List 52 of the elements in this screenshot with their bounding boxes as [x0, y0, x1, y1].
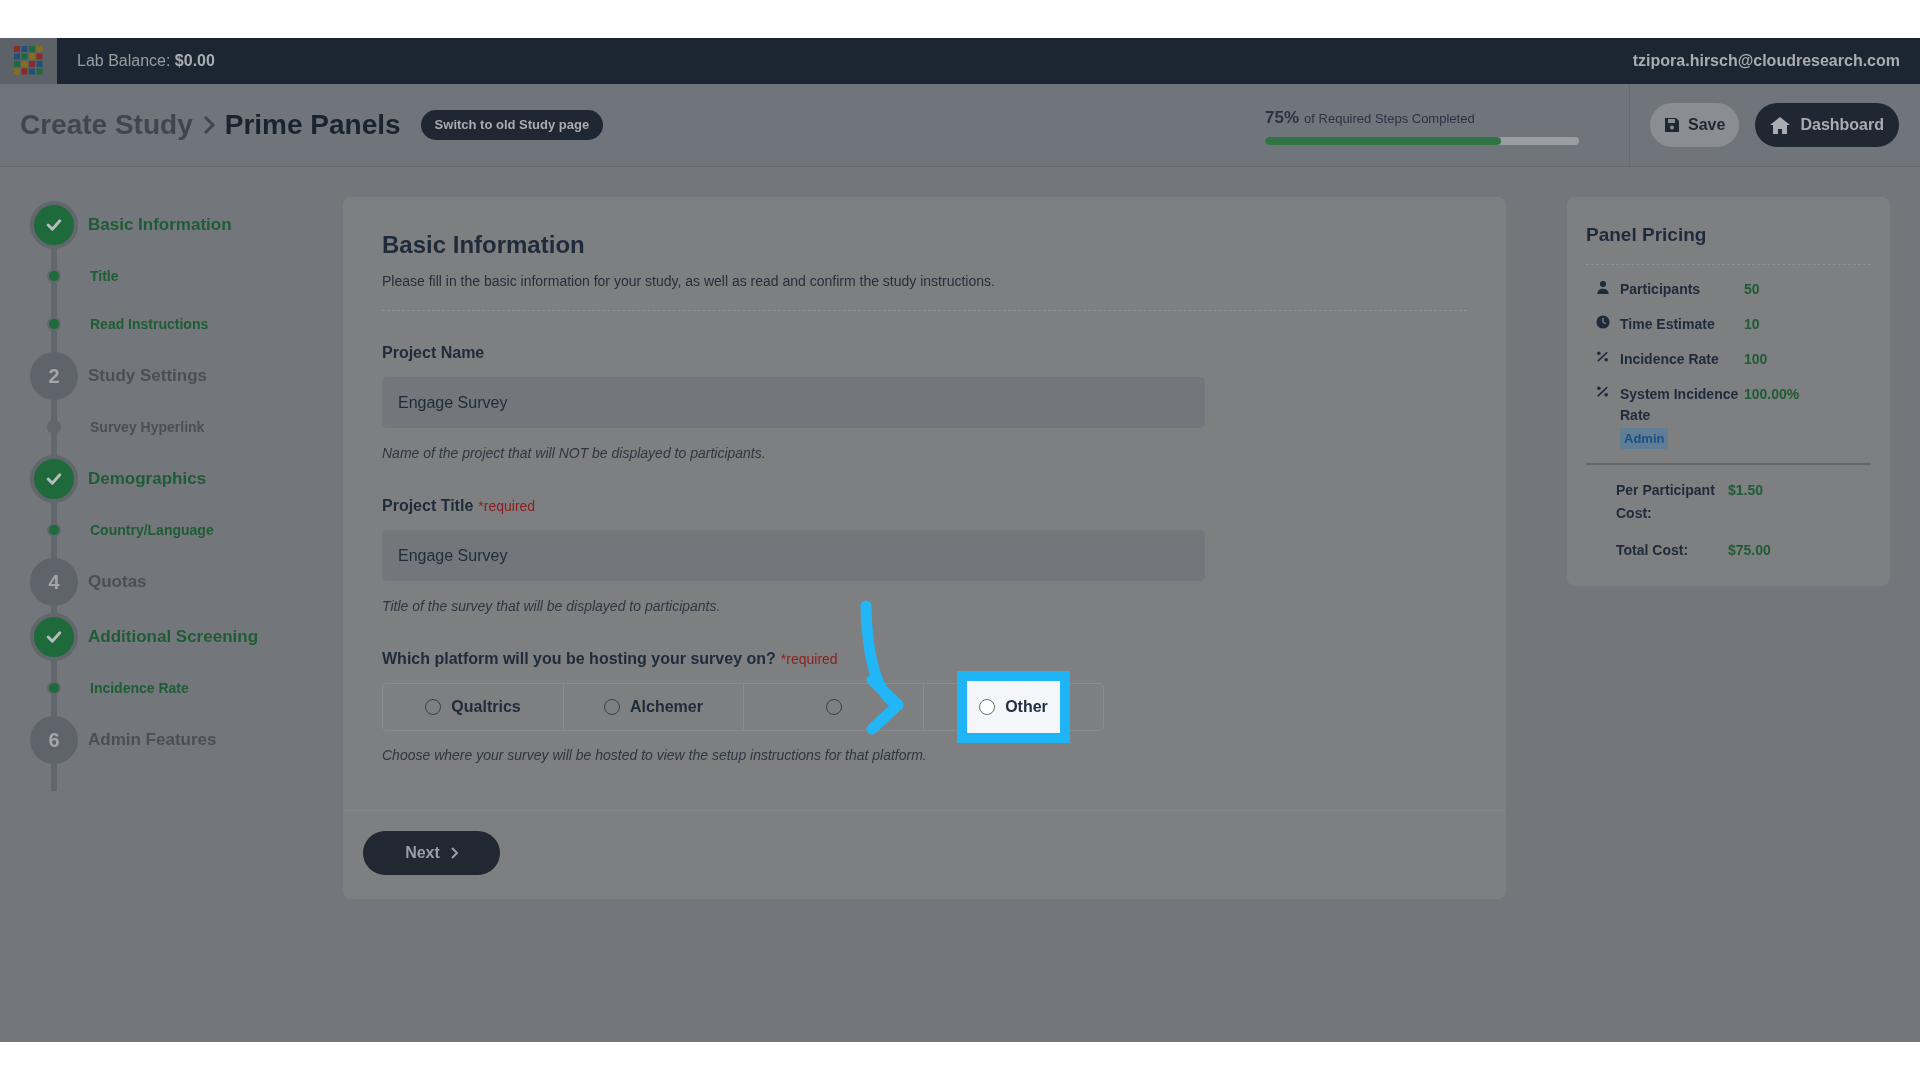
- radio-option[interactable]: Alchemer: [604, 695, 703, 719]
- step-label[interactable]: Basic Information: [88, 211, 232, 238]
- field-label: Which platform will you be hosting your survey on?: [382, 649, 776, 669]
- cost-value: $1.50: [1728, 481, 1764, 500]
- dashboard-button[interactable]: Dashboard: [1755, 103, 1899, 147]
- percent-icon: [1596, 384, 1609, 398]
- apps-grid-icon[interactable]: [0, 38, 57, 84]
- substep-label[interactable]: Country/Language: [90, 519, 214, 541]
- pricing-label: Incidence Rate: [1620, 349, 1719, 369]
- section-description: Please fill in the basic information for your study, as well as read and confirm the study instructions.: [382, 272, 996, 291]
- field-hint: Choose where your survey will be hosted to view the setup instructions for that platform.: [382, 746, 928, 765]
- admin-badge: Admin: [1620, 427, 1669, 449]
- field-label: Project Title: [382, 496, 474, 516]
- home-icon: [1770, 116, 1791, 134]
- pricing-value: 10: [1744, 314, 1760, 334]
- user-email[interactable]: tzipora.hirsch@cloudresearch.com: [1632, 49, 1900, 73]
- chevron-right-icon: [449, 847, 458, 859]
- field-hint: Title of the survey that will be displayed to participants.: [382, 597, 722, 616]
- progress-label: of Required Steps Completed: [1304, 110, 1475, 129]
- section-title: Basic Information: [382, 230, 586, 260]
- percent-icon: [1596, 349, 1609, 363]
- required-note: *required: [780, 650, 838, 669]
- text-input-field[interactable]: Engage Survey: [382, 377, 1205, 428]
- cost-value: $75.00: [1728, 541, 1771, 560]
- pricing-value: 50: [1744, 279, 1760, 299]
- pricing-value: 100: [1744, 349, 1768, 369]
- progress-percent: 75%: [1265, 107, 1300, 130]
- cost-label: Total Cost:: [1616, 541, 1690, 560]
- lab-balance: Lab Balance: $0.00: [77, 51, 215, 71]
- save-button[interactable]: Save: [1650, 103, 1740, 147]
- radio-option[interactable]: Other: [957, 671, 1070, 743]
- radio-option[interactable]: Qualtrics: [425, 695, 521, 719]
- pricing-label: Participants: [1620, 279, 1701, 299]
- step-label[interactable]: Demographics: [88, 465, 207, 492]
- next-button[interactable]: Next: [363, 831, 500, 875]
- field-hint: Name of the project that will NOT be displayed to participants.: [382, 444, 767, 463]
- text-input-field[interactable]: Engage Survey: [382, 530, 1205, 581]
- required-note: *required: [478, 497, 536, 516]
- cost-label: Per Participant Cost:: [1616, 481, 1716, 523]
- clock-icon: [1596, 314, 1610, 329]
- pricing-title: Panel Pricing: [1586, 223, 1708, 247]
- step-label[interactable]: Additional Screening: [88, 623, 259, 650]
- pricing-label: System Incidence Rate: [1620, 384, 1740, 425]
- pricing-label: Time Estimate: [1620, 314, 1715, 334]
- page-title: Prime Panels: [224, 108, 401, 142]
- person-icon: [1596, 279, 1610, 294]
- substep-label[interactable]: Read Instructions: [90, 313, 209, 335]
- field-label: Project Name: [382, 343, 485, 363]
- switch-old-page-button[interactable]: Switch to old Study page: [420, 110, 604, 140]
- substep-label[interactable]: Incidence Rate: [90, 677, 189, 699]
- substep-label[interactable]: Title: [90, 265, 119, 287]
- pricing-value: 100.00%: [1744, 384, 1800, 404]
